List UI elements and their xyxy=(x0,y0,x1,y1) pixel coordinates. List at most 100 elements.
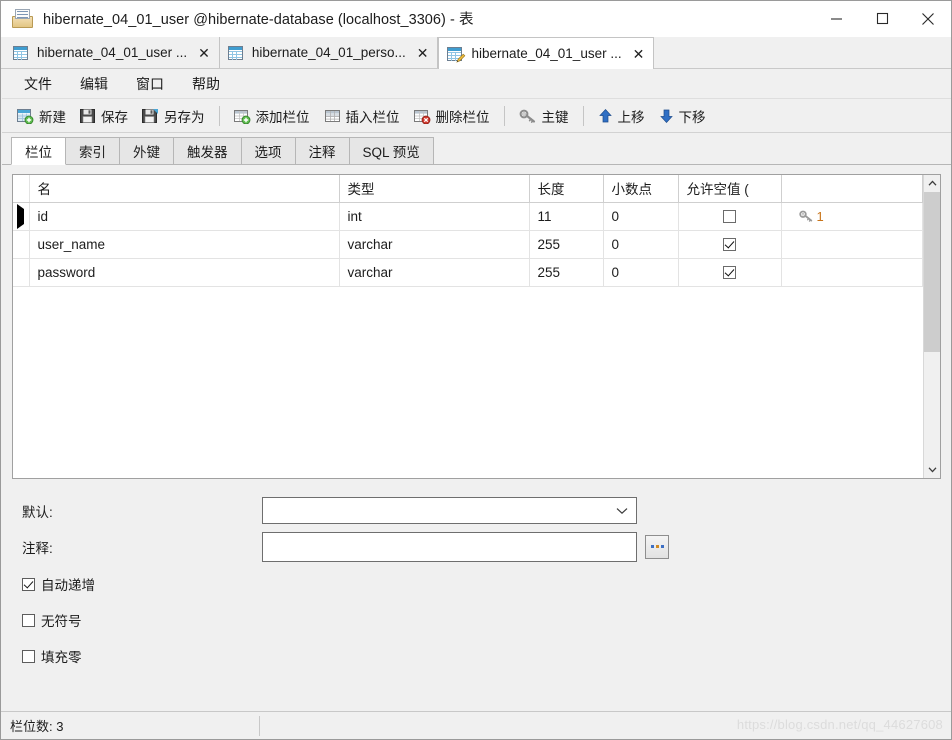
comment-browse-button[interactable] xyxy=(645,534,669,559)
menu-bar: 文件 编辑 窗口 帮助 xyxy=(2,69,951,99)
toolbar-move-up[interactable]: 上移 xyxy=(591,103,652,129)
row-selector-2[interactable] xyxy=(13,230,30,259)
tab-indexes[interactable]: 索引 xyxy=(65,137,120,164)
default-row: 默认: xyxy=(22,495,951,526)
auto-increment-label: 自动递增 xyxy=(41,578,95,593)
toolbar-separator-3 xyxy=(582,105,584,126)
scroll-track[interactable] xyxy=(923,192,940,461)
grid-header-type[interactable]: 类型 xyxy=(339,175,530,203)
chevron-down-icon xyxy=(616,507,628,514)
tab-comment[interactable]: 注释 xyxy=(294,137,350,164)
cell-key-3[interactable] xyxy=(781,258,923,287)
pencil-icon xyxy=(456,53,466,63)
toolbar-move-down-label: 下移 xyxy=(678,109,706,125)
checkbox-auto-increment[interactable]: 自动递增 xyxy=(22,570,951,598)
grid-header-decimals[interactable]: 小数点 xyxy=(603,175,679,203)
document-tab-3-close-icon[interactable]: ✕ xyxy=(633,47,645,61)
grid-vertical-scrollbar[interactable] xyxy=(923,175,940,478)
tab-foreign-keys[interactable]: 外键 xyxy=(119,137,174,164)
cell-length-3[interactable]: 255 xyxy=(529,258,604,287)
close-button[interactable] xyxy=(905,1,951,37)
toolbar-add-field-label: 添加栏位 xyxy=(255,109,310,125)
default-combobox[interactable] xyxy=(262,497,637,524)
current-row-arrow-icon xyxy=(17,203,25,229)
row-selector-3[interactable] xyxy=(13,258,30,287)
toolbar-separator-2 xyxy=(503,105,505,126)
fields-grid-body: 名 类型 长度 小数点 允许空值 (id int 11 0 1 user_na… xyxy=(13,175,923,478)
arrow-up-icon xyxy=(598,108,613,124)
nullable-checkbox-3[interactable] xyxy=(723,266,736,280)
cell-type-3[interactable]: varchar xyxy=(339,258,530,287)
minimize-button[interactable] xyxy=(813,1,859,37)
scroll-up-arrow-icon[interactable] xyxy=(924,175,941,192)
unsigned-label: 无符号 xyxy=(41,614,82,629)
cell-name-1[interactable]: id xyxy=(29,202,340,231)
cell-type-2[interactable]: varchar xyxy=(339,230,530,259)
document-tab-1-close-icon[interactable]: ✕ xyxy=(198,46,210,60)
grid-header-name[interactable]: 名 xyxy=(29,175,340,203)
toolbar-delete-field[interactable]: 删除栏位 xyxy=(407,103,497,129)
document-tab-1[interactable]: hibernate_04_01_user ... ✕ xyxy=(5,37,220,68)
menu-window[interactable]: 窗口 xyxy=(124,70,176,98)
toolbar-add-field[interactable]: 添加栏位 xyxy=(227,103,317,129)
toolbar-primary-key[interactable]: 主键 xyxy=(512,103,576,129)
cell-decimals-2[interactable]: 0 xyxy=(603,230,679,259)
cell-nullable-3[interactable] xyxy=(678,258,782,287)
toolbar-move-up-label: 上移 xyxy=(617,109,645,125)
checkbox-unsigned[interactable]: 无符号 xyxy=(22,606,951,634)
document-tab-3[interactable]: hibernate_04_01_user ... ✕ xyxy=(438,37,655,69)
title-bar: hibernate_04_01_user @hibernate-database… xyxy=(1,1,951,37)
cell-decimals-3[interactable]: 0 xyxy=(603,258,679,287)
grid-header-length[interactable]: 长度 xyxy=(529,175,604,203)
maximize-button[interactable] xyxy=(859,1,905,37)
table-row[interactable]: id int 11 0 1 xyxy=(13,202,923,231)
scroll-thumb[interactable] xyxy=(923,192,940,352)
grid-header-nullable[interactable]: 允许空值 ( xyxy=(678,175,782,203)
menu-file[interactable]: 文件 xyxy=(12,70,64,98)
cell-key-2[interactable] xyxy=(781,230,923,259)
comment-row: 注释: xyxy=(22,531,951,562)
watermark-text: https://blog.csdn.net/qq_44627608 xyxy=(736,717,943,732)
toolbar-save[interactable]: 保存 xyxy=(73,103,135,129)
toolbar-insert-field[interactable]: 插入栏位 xyxy=(317,103,407,129)
unsigned-checkbox[interactable] xyxy=(22,613,35,627)
window-controls xyxy=(813,1,951,37)
zerofill-checkbox[interactable] xyxy=(22,649,35,663)
document-tab-2-close-icon[interactable]: ✕ xyxy=(417,46,429,60)
menu-help[interactable]: 帮助 xyxy=(180,70,232,98)
document-tab-2[interactable]: hibernate_04_01_perso... ✕ xyxy=(219,37,439,68)
document-tab-3-label: hibernate_04_01_user ... xyxy=(471,46,622,61)
grid-header-key[interactable] xyxy=(781,175,923,203)
row-selector-1[interactable] xyxy=(13,202,30,231)
table-row[interactable]: user_name varchar 255 0 xyxy=(13,230,923,259)
auto-increment-checkbox[interactable] xyxy=(22,577,35,591)
designer-tab-bar: 栏位 索引 外键 触发器 选项 注释 SQL 预览 xyxy=(2,137,951,165)
toolbar-new[interactable]: 新建 xyxy=(10,103,73,129)
cell-nullable-1[interactable] xyxy=(678,202,782,231)
cell-name-3[interactable]: password xyxy=(29,258,340,287)
cell-name-2[interactable]: user_name xyxy=(29,230,340,259)
save-icon xyxy=(80,108,96,124)
checkbox-zerofill[interactable]: 填充零 xyxy=(22,642,951,670)
nullable-checkbox-1[interactable] xyxy=(723,210,736,224)
cell-key-1[interactable]: 1 xyxy=(781,202,923,231)
cell-length-1[interactable]: 11 xyxy=(529,202,604,231)
add-field-icon xyxy=(233,108,251,124)
tab-options[interactable]: 选项 xyxy=(240,137,296,164)
toolbar-move-down[interactable]: 下移 xyxy=(652,103,713,129)
tab-sql-preview[interactable]: SQL 预览 xyxy=(348,137,434,164)
tab-fields[interactable]: 栏位 xyxy=(11,137,66,165)
nullable-checkbox-2[interactable] xyxy=(723,238,736,252)
table-row[interactable]: password varchar 255 0 xyxy=(13,258,923,287)
cell-nullable-2[interactable] xyxy=(678,230,782,259)
cell-length-2[interactable]: 255 xyxy=(529,230,604,259)
cell-decimals-1[interactable]: 0 xyxy=(603,202,679,231)
scroll-down-arrow-icon[interactable] xyxy=(924,461,941,478)
document-tab-2-label: hibernate_04_01_perso... xyxy=(251,45,406,60)
toolbar-save-as[interactable]: 另存为 xyxy=(135,103,212,129)
menu-edit[interactable]: 编辑 xyxy=(68,70,120,98)
comment-input[interactable] xyxy=(262,531,637,562)
tab-triggers[interactable]: 触发器 xyxy=(173,137,242,164)
cell-type-1[interactable]: int xyxy=(339,202,530,231)
toolbar-save-label: 保存 xyxy=(101,109,128,125)
